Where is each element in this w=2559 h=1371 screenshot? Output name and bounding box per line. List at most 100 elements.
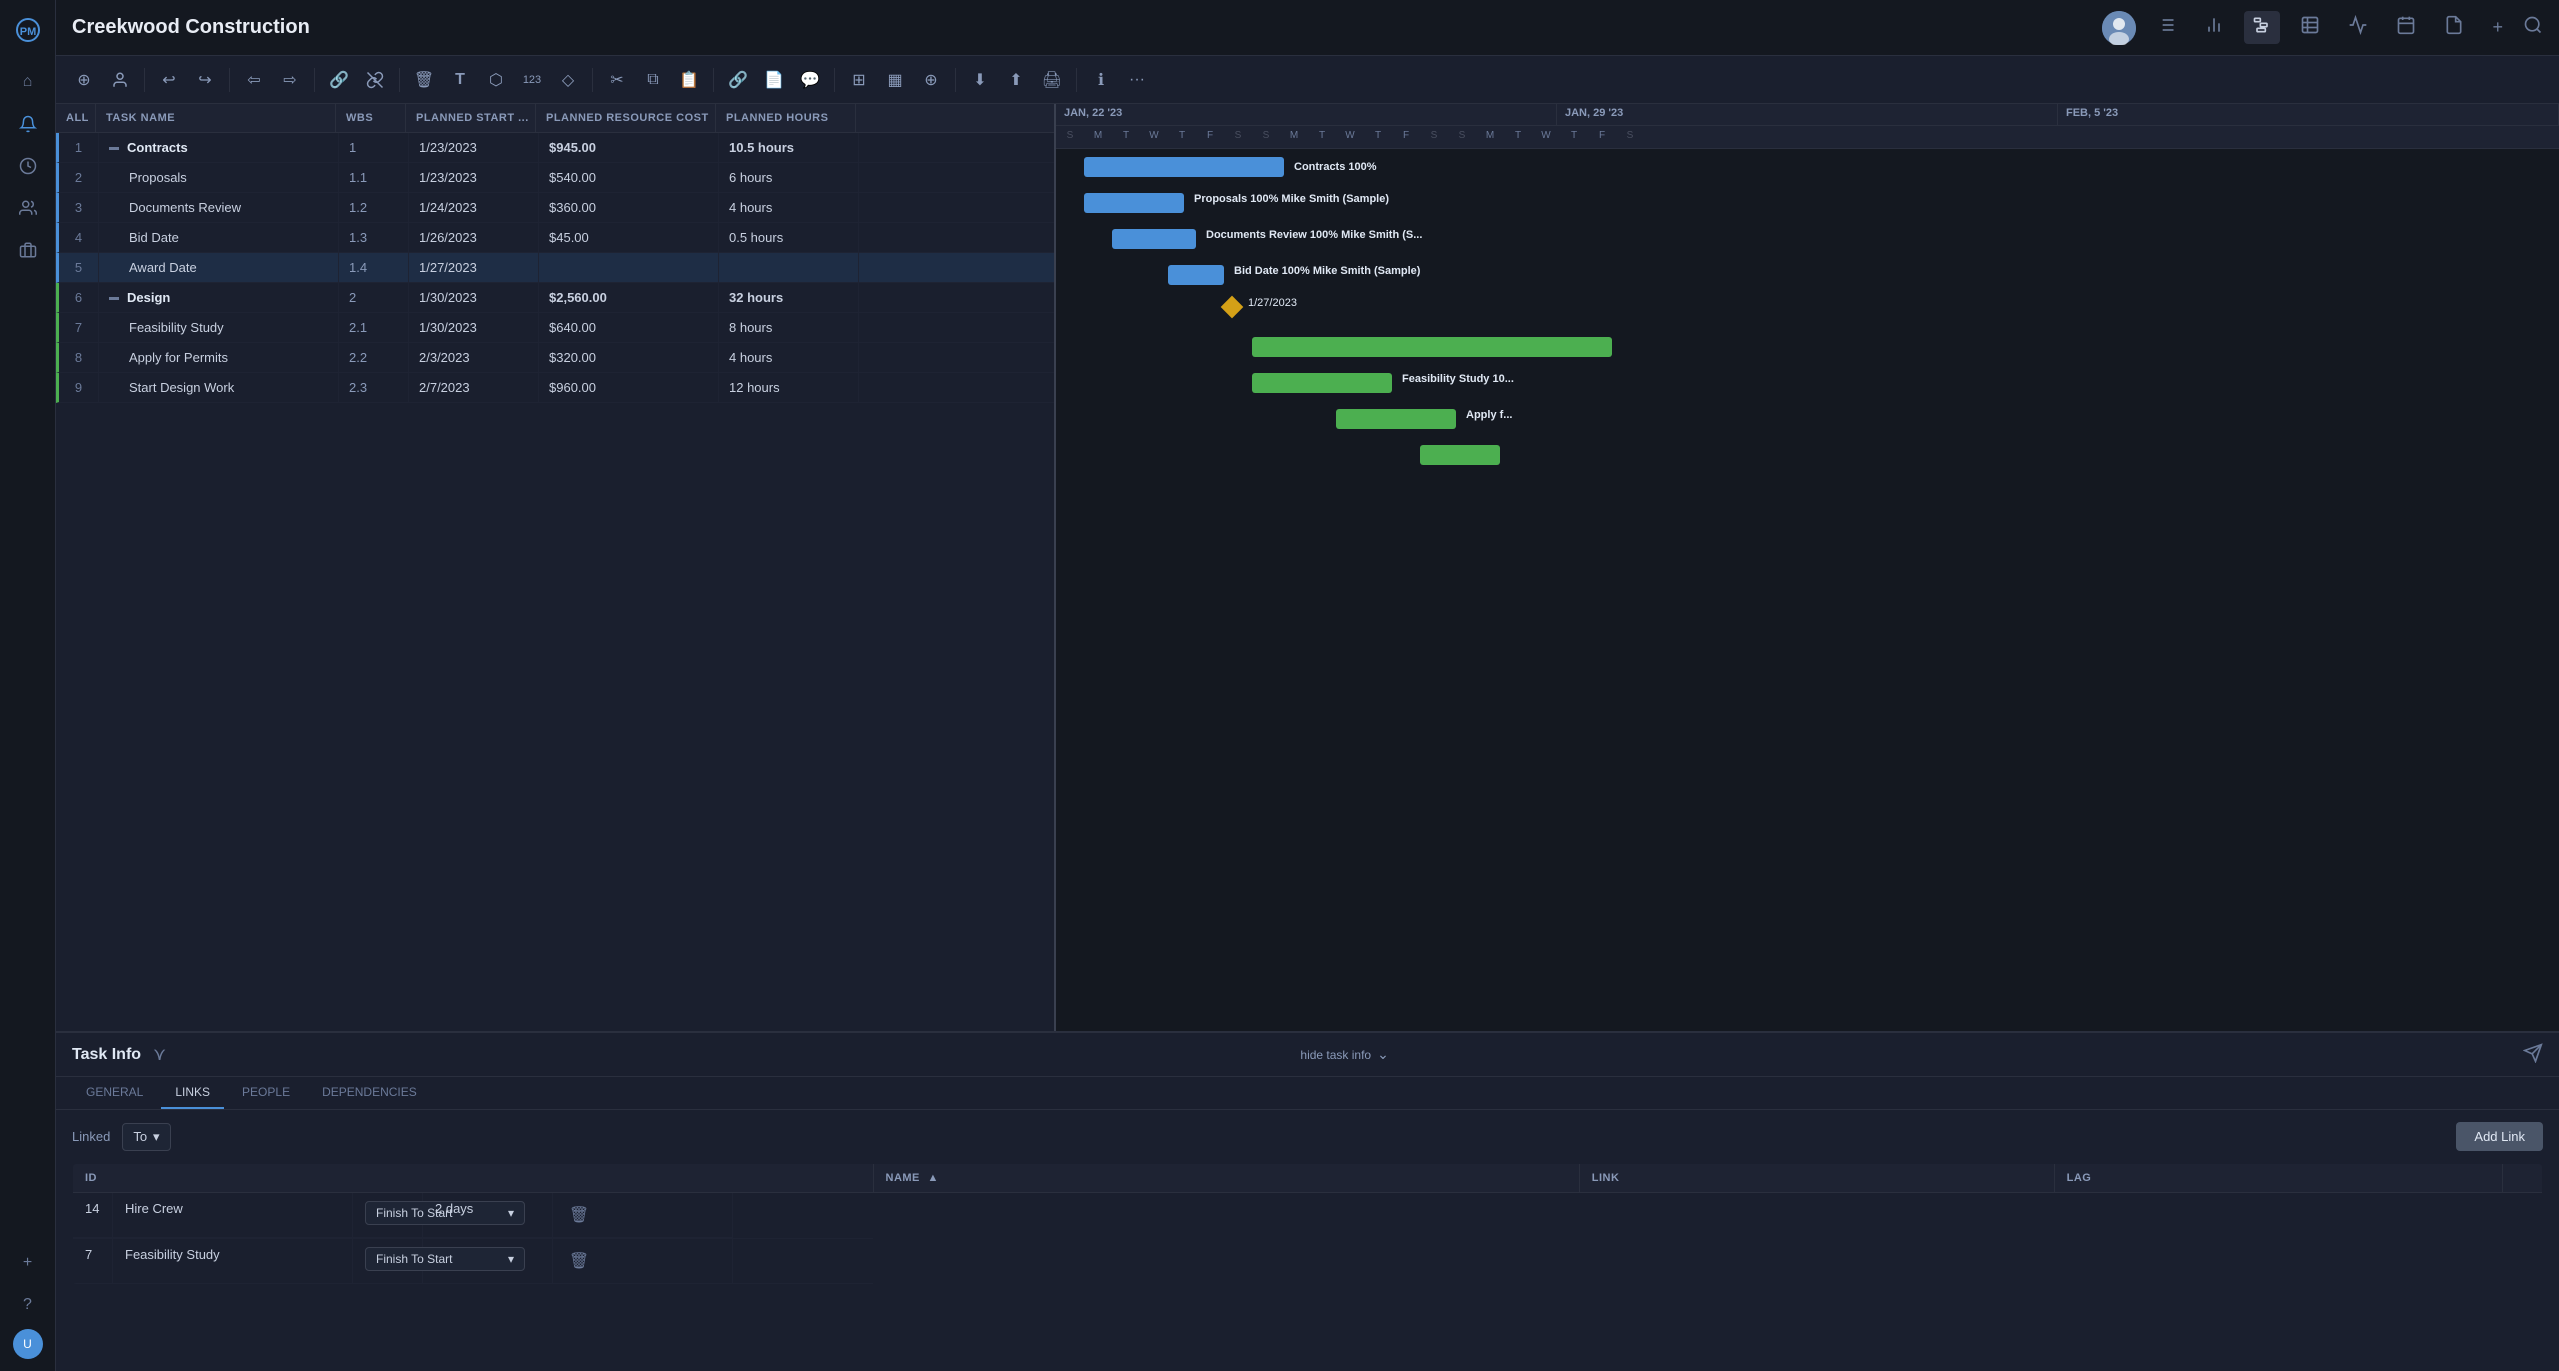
table-row[interactable]: 1 ▬ Contracts 1 1/23/2023 $945.00 10.5 h…: [56, 133, 1054, 163]
search-icon[interactable]: [2523, 15, 2543, 41]
task-start: 1/26/2023: [409, 223, 539, 252]
day: W: [1140, 126, 1168, 148]
add-task-button[interactable]: ⊕: [68, 64, 100, 96]
task-start: 1/23/2023: [409, 163, 539, 192]
task-name: Proposals: [129, 170, 187, 185]
paste-button[interactable]: 📋: [673, 64, 705, 96]
fill-button[interactable]: ⬡: [480, 64, 512, 96]
more-button[interactable]: ···: [1121, 64, 1153, 96]
bar-chart-icon[interactable]: [2196, 11, 2232, 44]
user-avatar[interactable]: U: [13, 1329, 43, 1359]
links-table: ID NAME ▲ LINK LAG 14 Hire Crew: [72, 1163, 2543, 1285]
zoom-button[interactable]: ⊕: [915, 64, 947, 96]
number-button[interactable]: 123: [516, 64, 548, 96]
day: T: [1560, 126, 1588, 148]
task-hours: 32 hours: [719, 283, 859, 312]
task-cost: $640.00: [539, 313, 719, 342]
plus-icon[interactable]: +: [2484, 13, 2511, 42]
day: T: [1364, 126, 1392, 148]
row-num: 4: [59, 223, 99, 252]
day: S: [1448, 126, 1476, 148]
table-row[interactable]: 8 Apply for Permits 2.2 2/3/2023 $320.00…: [56, 343, 1054, 373]
sidebar-add-icon[interactable]: +: [10, 1245, 46, 1281]
sidebar-item-people[interactable]: [10, 190, 46, 226]
day: S: [1056, 126, 1084, 148]
sidebar-help-icon[interactable]: ?: [10, 1287, 46, 1323]
table-row[interactable]: 4 Bid Date 1.3 1/26/2023 $45.00 0.5 hour…: [56, 223, 1054, 253]
link-lag: 2 days: [423, 1193, 553, 1238]
sidebar-item-briefcase[interactable]: [10, 232, 46, 268]
day: W: [1336, 126, 1364, 148]
row-num: 6: [59, 283, 99, 312]
table-row[interactable]: 6 ▬ Design 2 1/30/2023 $2,560.00 32 hour…: [56, 283, 1054, 313]
day: S: [1616, 126, 1644, 148]
list-view-icon[interactable]: [2148, 11, 2184, 44]
linked-direction-dropdown[interactable]: To ▾: [122, 1123, 170, 1151]
delete-link-1-button[interactable]: 🗑: [565, 1201, 593, 1229]
task-info-toggle[interactable]: hide task info ⌄: [1300, 1046, 1388, 1063]
day: F: [1588, 126, 1616, 148]
send-icon[interactable]: [2523, 1043, 2543, 1066]
task-cost: $945.00: [539, 133, 719, 162]
outdent-button[interactable]: ⇦: [238, 64, 270, 96]
col-lag: LAG: [2054, 1164, 2502, 1193]
upload-button[interactable]: ⬆: [1000, 64, 1032, 96]
undo-button[interactable]: ↩: [153, 64, 185, 96]
link-row-2[interactable]: 7 Feasibility Study Finish To Start ▾ 🗑: [73, 1239, 873, 1284]
link-button[interactable]: 🔗: [323, 64, 355, 96]
sidebar-item-clock[interactable]: [10, 148, 46, 184]
text-format-button[interactable]: T: [444, 64, 476, 96]
links-tab-content: Linked To ▾ Add Link ID NAME ▲ LINK LAG: [56, 1110, 2559, 1297]
tab-dependencies[interactable]: DEPENDENCIES: [308, 1077, 431, 1109]
col-planned-hours: PLANNED HOURS: [716, 104, 856, 132]
task-cost: $45.00: [539, 223, 719, 252]
task-name: Contracts: [127, 140, 188, 155]
table-view-button[interactable]: ▦: [879, 64, 911, 96]
note-button[interactable]: 📄: [758, 64, 790, 96]
collapse-double-icon: ⋎: [153, 1044, 166, 1065]
sidebar-item-notifications[interactable]: [10, 106, 46, 142]
export-button[interactable]: ⬇: [964, 64, 996, 96]
diamond-button[interactable]: ◇: [552, 64, 584, 96]
task-hours: 4 hours: [719, 343, 859, 372]
link2-button[interactable]: 🔗: [722, 64, 754, 96]
tab-links[interactable]: LINKS: [161, 1077, 224, 1109]
divider-8: [955, 68, 956, 92]
table-row[interactable]: 3 Documents Review 1.2 1/24/2023 $360.00…: [56, 193, 1054, 223]
wave-icon[interactable]: [2340, 11, 2376, 44]
sidebar-item-home[interactable]: ⌂: [10, 64, 46, 100]
table-row[interactable]: 2 Proposals 1.1 1/23/2023 $540.00 6 hour…: [56, 163, 1054, 193]
tab-people[interactable]: PEOPLE: [228, 1077, 304, 1109]
chevron-down-icon: ⌄: [1377, 1046, 1389, 1063]
delete-link-2-button[interactable]: 🗑: [565, 1247, 593, 1275]
comment-button[interactable]: 💬: [794, 64, 826, 96]
week-jan29: JAN, 29 '23: [1557, 104, 2058, 125]
redo-button[interactable]: ↪: [189, 64, 221, 96]
gantt-icon[interactable]: [2244, 11, 2280, 44]
add-link-button[interactable]: Add Link: [2456, 1122, 2543, 1151]
tab-general[interactable]: GENERAL: [72, 1077, 157, 1109]
table-row[interactable]: 9 Start Design Work 2.3 2/7/2023 $960.00…: [56, 373, 1054, 403]
print-button[interactable]: 🖨: [1036, 64, 1068, 96]
link-row-1[interactable]: 14 Hire Crew Finish To Start ▾ 2 days 🗑: [73, 1193, 873, 1239]
copy-button[interactable]: ⧉: [637, 64, 669, 96]
gantt-weeks: JAN, 22 '23 JAN, 29 '23 FEB, 5 '23: [1056, 104, 2559, 126]
task-start: 1/30/2023: [409, 283, 539, 312]
view-toggle-button[interactable]: ⊞: [843, 64, 875, 96]
cut-button[interactable]: ✂: [601, 64, 633, 96]
indent-button[interactable]: ⇨: [274, 64, 306, 96]
col-resource-cost: PLANNED RESOURCE COST: [536, 104, 716, 132]
table-row[interactable]: 5 Award Date 1.4 1/27/2023: [56, 253, 1054, 283]
info-button[interactable]: ℹ: [1085, 64, 1117, 96]
table-row[interactable]: 7 Feasibility Study 2.1 1/30/2023 $640.0…: [56, 313, 1054, 343]
table-icon[interactable]: [2292, 11, 2328, 44]
add-person-button[interactable]: [104, 64, 136, 96]
gantt-label-award-date: 1/27/2023: [1248, 297, 1297, 309]
task-name: Award Date: [129, 260, 197, 275]
unlink-button[interactable]: [359, 64, 391, 96]
calendar-icon[interactable]: [2388, 11, 2424, 44]
row-num: 8: [59, 343, 99, 372]
delete-button[interactable]: 🗑: [408, 64, 440, 96]
task-name: Feasibility Study: [129, 320, 224, 335]
document-icon[interactable]: [2436, 11, 2472, 44]
